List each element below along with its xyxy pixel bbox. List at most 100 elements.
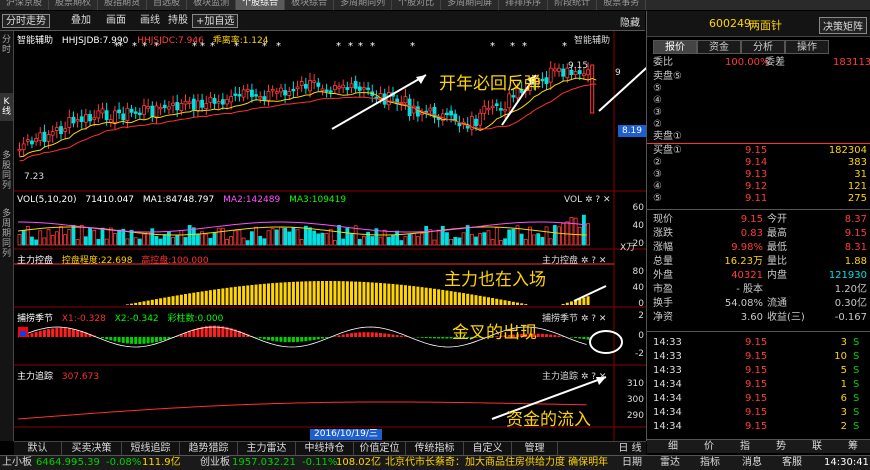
buy-level-row[interactable]: ④ 9.12 121: [647, 181, 870, 193]
track-panel-controls[interactable]: 主力追踪 ✲ ? ✕: [542, 369, 606, 382]
add-watchlist-button[interactable]: +加自选: [192, 14, 239, 28]
tab-mid-hold[interactable]: 中线持仓: [296, 442, 354, 455]
sell-level-row[interactable]: 卖盘⑤: [647, 71, 870, 83]
period-daily[interactable]: 日 线: [614, 442, 646, 455]
quote-header: 600249 两面针 决策矩阵: [647, 11, 870, 37]
topnav-item[interactable]: 股指期货: [98, 0, 148, 10]
sell-level-row[interactable]: ⑤: [647, 83, 870, 95]
volume-bar: [96, 239, 101, 246]
tab-quote[interactable]: 报价: [653, 40, 697, 54]
tab-multi-stock[interactable]: 多股同列: [0, 151, 13, 191]
candle: [320, 88, 325, 91]
season-panel-controls[interactable]: 捕捞季节 ✲ ? ✕: [542, 311, 606, 324]
cursor-date-label: 2016/10/19/三: [310, 429, 382, 440]
buy-level-row[interactable]: 买盘① 9.15 182304: [647, 145, 870, 157]
quote-bottom-tab[interactable]: 价: [693, 440, 725, 454]
status-radar-button[interactable]: 雷达: [660, 456, 680, 470]
topnav-item[interactable]: 多周期同列: [334, 0, 393, 10]
tab-analysis[interactable]: 分析: [741, 40, 785, 54]
hide-button[interactable]: 隐藏: [620, 14, 640, 29]
candle: [225, 98, 229, 105]
control-bar: [495, 298, 499, 305]
sell-level-row[interactable]: ④: [647, 95, 870, 107]
tab-main-radar[interactable]: 主力雷达: [238, 442, 296, 455]
topnav-item[interactable]: 自选股: [147, 0, 188, 10]
topnav-item[interactable]: 排排序序: [499, 0, 549, 10]
vol-unit-label: X万: [620, 243, 636, 253]
candle: [303, 84, 308, 89]
candle: [88, 114, 92, 122]
tab-operation[interactable]: 操作: [785, 40, 829, 54]
season-bar: [395, 335, 399, 337]
tab-traditional[interactable]: 传统指标: [406, 442, 464, 455]
tab-kline[interactable]: K线: [0, 93, 13, 121]
candle: [38, 132, 43, 141]
tab-value-position[interactable]: 价值定位: [354, 442, 406, 455]
vol-panel-controls[interactable]: VOL ✲ ? ✕: [564, 195, 611, 205]
status-message-button[interactable]: 消息: [742, 456, 762, 470]
holdings-button[interactable]: 持股: [165, 14, 191, 28]
index1-name[interactable]: 上小板: [2, 456, 32, 470]
tab-custom[interactable]: 自定义: [464, 442, 512, 455]
tab-trade-decision[interactable]: 买卖决策: [62, 442, 122, 455]
topnav-item[interactable]: 阶段统计: [548, 0, 598, 10]
quote-bottom-tab[interactable]: 联: [801, 440, 833, 454]
quote-bottom-tab[interactable]: 细: [657, 440, 689, 454]
candle: [407, 98, 412, 116]
tab-multi-period[interactable]: 多周期同列: [0, 209, 13, 259]
topnav-item[interactable]: 股票事务: [597, 0, 647, 10]
volume-bar: [249, 231, 254, 246]
force-panel-controls[interactable]: 主力控盘 ✲ ? ✕: [542, 253, 606, 266]
draw-line-button[interactable]: 画线: [137, 14, 163, 28]
canvas-button[interactable]: 画面: [103, 14, 129, 28]
status-service-button[interactable]: 客服: [782, 456, 802, 470]
topnav-item[interactable]: 个股对比: [392, 0, 442, 10]
season-bar: [445, 337, 449, 339]
tab-manage[interactable]: 管理: [512, 442, 558, 455]
topnav-item[interactable]: 板块监测: [187, 0, 237, 10]
low-price-label: 7.23: [24, 172, 45, 182]
news-ticker[interactable]: 北京代市长蔡奇：加大商品住房供给力度 确保明年: [385, 456, 608, 470]
control-bar: [258, 284, 262, 305]
quote-bottom-tab[interactable]: 势: [765, 440, 797, 454]
topnav-item[interactable]: 多周期同屏: [441, 0, 500, 10]
stock-name: 两面针: [749, 19, 782, 32]
chart-area[interactable]: * * * * * * * * * * * * * * * * * * * * 智能辅助 HHJSJDB:7.990 …: [14, 31, 646, 441]
topnav-item[interactable]: 个股综合: [236, 0, 286, 10]
overlay-button[interactable]: 叠加: [68, 14, 94, 28]
volume-bar: [104, 238, 109, 246]
topnav-item[interactable]: 沪深京股: [0, 0, 50, 10]
volume-bar: [349, 233, 354, 246]
tab-fund[interactable]: 资金: [697, 40, 741, 54]
control-bar: [217, 288, 221, 305]
sell-level-row[interactable]: ③: [647, 107, 870, 119]
index2-name[interactable]: 创业板: [200, 456, 230, 470]
volume-bar: [474, 236, 478, 246]
tab-intraday[interactable]: 分时: [0, 35, 13, 55]
status-indicator-button[interactable]: 指标: [700, 456, 720, 470]
candle: [175, 102, 180, 111]
buy-level-row[interactable]: ② 9.14 383: [647, 157, 870, 169]
quote-bottom-tab[interactable]: 筹: [837, 440, 869, 454]
buy-level-row[interactable]: ③ 9.13 31: [647, 169, 870, 181]
season-bar: [441, 337, 445, 339]
volume-bar: [295, 229, 300, 246]
volume-bar: [449, 238, 454, 246]
topnav-item[interactable]: 板块综合: [285, 0, 335, 10]
control-bar: [142, 301, 146, 305]
tab-short-track[interactable]: 短线追踪: [122, 442, 180, 455]
sell-level-row[interactable]: 卖盘①: [647, 131, 870, 143]
volume-bar: [465, 225, 470, 246]
season-bar: [354, 332, 358, 337]
current-price-tag: 8.19: [618, 125, 646, 137]
topnav-item[interactable]: 股票期权: [49, 0, 99, 10]
sell-level-row[interactable]: ②: [647, 119, 870, 131]
buy-level-row[interactable]: ⑤ 9.11 275: [647, 193, 870, 205]
quote-bottom-tab[interactable]: 指: [729, 440, 761, 454]
decision-matrix-button[interactable]: 决策矩阵: [819, 17, 867, 34]
tab-default[interactable]: 默认: [14, 442, 62, 455]
tab-trend-hunt[interactable]: 趋势猎踪: [180, 442, 238, 455]
intraday-button[interactable]: 分时走势: [2, 14, 50, 28]
status-date-button[interactable]: 日期: [622, 456, 642, 470]
candle: [179, 103, 184, 111]
